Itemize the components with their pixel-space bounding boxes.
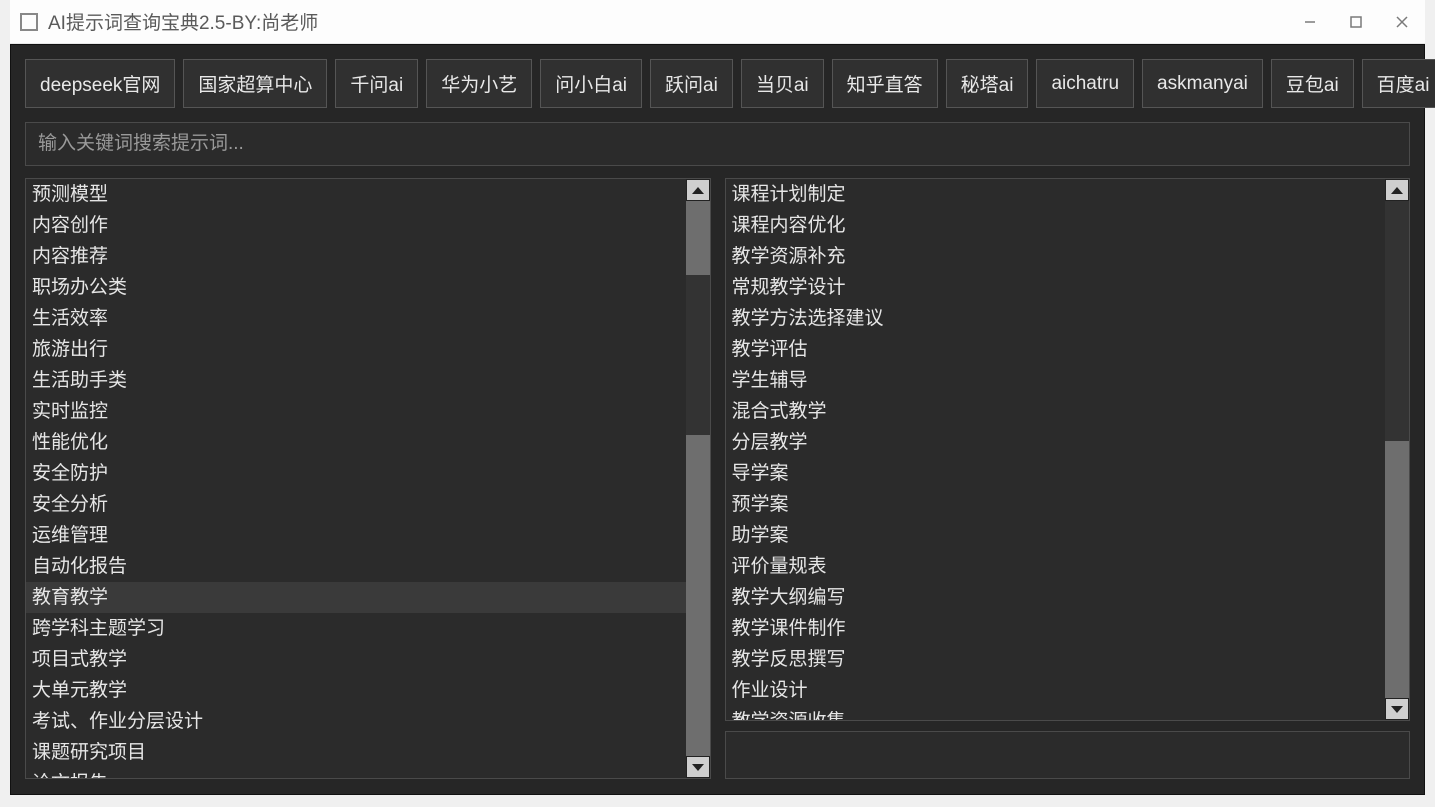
list-item[interactable]: 生活助手类 <box>26 365 686 396</box>
list-item[interactable]: 论文报告 <box>26 768 686 778</box>
list-item[interactable]: 教学资源补充 <box>726 241 1386 272</box>
link-doubao[interactable]: 豆包ai <box>1271 59 1354 108</box>
list-item[interactable]: 旅游出行 <box>26 334 686 365</box>
link-qianwen[interactable]: 千问ai <box>335 59 418 108</box>
left-scrollbar[interactable] <box>686 179 710 778</box>
link-dangbei[interactable]: 当贝ai <box>741 59 824 108</box>
list-item[interactable]: 预学案 <box>726 489 1386 520</box>
list-item[interactable]: 常规教学设计 <box>726 272 1386 303</box>
list-item[interactable]: 教学方法选择建议 <box>726 303 1386 334</box>
list-item[interactable]: 作业设计 <box>726 675 1386 706</box>
right-scroll-thumb[interactable] <box>1385 201 1409 441</box>
link-yuewen[interactable]: 跃问ai <box>650 59 733 108</box>
list-item[interactable]: 学生辅导 <box>726 365 1386 396</box>
link-zhihu[interactable]: 知乎直答 <box>832 59 938 108</box>
titlebar: AI提示词查询宝典2.5-BY:尚老师 <box>10 0 1425 44</box>
list-item[interactable]: 教学资源收集 <box>726 706 1386 720</box>
list-item[interactable]: 实时监控 <box>26 396 686 427</box>
scroll-up-icon[interactable] <box>686 179 710 201</box>
list-item[interactable]: 助学案 <box>726 520 1386 551</box>
list-item[interactable]: 课程计划制定 <box>726 179 1386 210</box>
list-item[interactable]: 课程内容优化 <box>726 210 1386 241</box>
list-item[interactable]: 职场办公类 <box>26 272 686 303</box>
list-item[interactable]: 性能优化 <box>26 427 686 458</box>
list-item[interactable]: 教学评估 <box>726 334 1386 365</box>
list-item[interactable]: 教育教学 <box>26 582 686 613</box>
list-item[interactable]: 导学案 <box>726 458 1386 489</box>
list-item[interactable]: 内容推荐 <box>26 241 686 272</box>
link-aichatru[interactable]: aichatru <box>1036 59 1134 108</box>
list-item[interactable]: 考试、作业分层设计 <box>26 706 686 737</box>
list-item[interactable]: 教学课件制作 <box>726 613 1386 644</box>
list-item[interactable]: 教学反思撰写 <box>726 644 1386 675</box>
list-item[interactable]: 大单元教学 <box>26 675 686 706</box>
list-item[interactable]: 生活效率 <box>26 303 686 334</box>
list-item[interactable]: 评价量规表 <box>726 551 1386 582</box>
list-item[interactable]: 项目式教学 <box>26 644 686 675</box>
link-huawei-xiaoyi[interactable]: 华为小艺 <box>426 59 532 108</box>
scroll-down-icon[interactable] <box>686 756 710 778</box>
list-item[interactable]: 安全分析 <box>26 489 686 520</box>
list-item[interactable]: 运维管理 <box>26 520 686 551</box>
right-panel: 课程计划制定课程内容优化教学资源补充常规教学设计教学方法选择建议教学评估学生辅导… <box>725 178 1411 779</box>
window-controls <box>1287 0 1425 44</box>
list-item[interactable]: 分层教学 <box>726 427 1386 458</box>
panels: 预测模型内容创作内容推荐职场办公类生活效率旅游出行生活助手类实时监控性能优化安全… <box>25 178 1410 779</box>
link-nscc[interactable]: 国家超算中心 <box>183 59 327 108</box>
list-item[interactable]: 混合式教学 <box>726 396 1386 427</box>
scroll-up-icon[interactable] <box>1385 179 1409 201</box>
link-baidu[interactable]: 百度ai <box>1362 59 1435 108</box>
left-scroll-thumb[interactable] <box>686 275 710 435</box>
app-window: AI提示词查询宝典2.5-BY:尚老师 deepseek官网 国家超算中心 千问… <box>10 0 1425 795</box>
list-item[interactable]: 跨学科主题学习 <box>26 613 686 644</box>
search-input[interactable] <box>25 122 1410 166</box>
maximize-button[interactable] <box>1333 0 1379 44</box>
list-item[interactable]: 安全防护 <box>26 458 686 489</box>
list-item[interactable]: 内容创作 <box>26 210 686 241</box>
prompt-listbox[interactable]: 课程计划制定课程内容优化教学资源补充常规教学设计教学方法选择建议教学评估学生辅导… <box>725 178 1411 721</box>
left-panel: 预测模型内容创作内容推荐职场办公类生活效率旅游出行生活助手类实时监控性能优化安全… <box>25 178 711 779</box>
category-listbox[interactable]: 预测模型内容创作内容推荐职场办公类生活效率旅游出行生活助手类实时监控性能优化安全… <box>25 178 711 779</box>
link-wenxiaobai[interactable]: 问小白ai <box>540 59 642 108</box>
scroll-down-icon[interactable] <box>1385 698 1409 720</box>
client-area: deepseek官网 国家超算中心 千问ai 华为小艺 问小白ai 跃问ai 当… <box>10 44 1425 795</box>
toolbar: deepseek官网 国家超算中心 千问ai 华为小艺 问小白ai 跃问ai 当… <box>25 59 1410 108</box>
app-icon <box>20 13 38 31</box>
right-scrollbar[interactable] <box>1385 179 1409 720</box>
list-item[interactable]: 课题研究项目 <box>26 737 686 768</box>
link-askmanyai[interactable]: askmanyai <box>1142 59 1263 108</box>
close-button[interactable] <box>1379 0 1425 44</box>
minimize-button[interactable] <box>1287 0 1333 44</box>
list-item[interactable]: 自动化报告 <box>26 551 686 582</box>
output-box[interactable] <box>725 731 1411 779</box>
link-deepseek[interactable]: deepseek官网 <box>25 59 175 108</box>
window-title: AI提示词查询宝典2.5-BY:尚老师 <box>48 8 318 35</box>
link-mita[interactable]: 秘塔ai <box>946 59 1029 108</box>
list-item[interactable]: 教学大纲编写 <box>726 582 1386 613</box>
list-item[interactable]: 预测模型 <box>26 179 686 210</box>
